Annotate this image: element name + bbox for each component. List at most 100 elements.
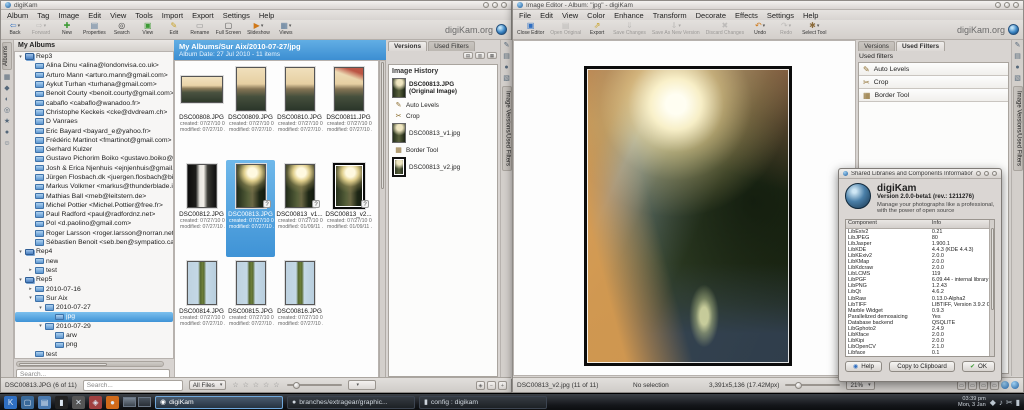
toolbar-button[interactable]: ▤▾ Open Original xyxy=(550,21,581,36)
network-tray-icon[interactable]: ◆ xyxy=(990,398,996,407)
album-tree-item[interactable]: Paul Radford <paul@radfordnz.net> xyxy=(15,210,173,219)
tools-icon[interactable]: ✕ xyxy=(72,396,85,409)
taskbar-task[interactable]: ◉ digiKam xyxy=(155,396,283,409)
zoom-slider[interactable] xyxy=(287,384,342,386)
album-tree-item[interactable]: Frédéric Martinot <fmartinot@gmail.com> xyxy=(15,136,173,145)
thumbnail-item[interactable]: DSC00814.JPG created: 07/27/10 0... modi… xyxy=(177,257,226,354)
thumbnail-item[interactable]: DSC00815.JPG created: 07/27/10 0... modi… xyxy=(226,257,275,354)
menu-item[interactable]: View xyxy=(562,11,578,20)
thumbnail-item[interactable]: ? DSC00813_v2... created: 07/27/10 0... … xyxy=(324,160,373,257)
dialog-titlebar[interactable]: Shared Libraries and Components Informat… xyxy=(839,169,1001,179)
fuzzy-search-icon[interactable]: ★ xyxy=(1,116,13,127)
minimize-button[interactable] xyxy=(483,2,489,8)
fit-window-button[interactable]: ◈ xyxy=(476,381,485,390)
toolbar-button[interactable]: ⇓▾ Save As New Version xyxy=(652,21,700,36)
sidebar-tab-image-versions[interactable]: Image Versions/Used Filters xyxy=(502,86,512,171)
menu-item[interactable]: File xyxy=(519,11,531,20)
editor-canvas[interactable] xyxy=(513,40,856,376)
versions-icon[interactable]: ▧ xyxy=(501,73,512,84)
terminal-icon[interactable]: ▮ xyxy=(55,396,68,409)
album-tree-item[interactable]: cabaflo <cabaflo@wanadoo.fr> xyxy=(15,98,173,107)
menu-item[interactable]: Settings xyxy=(223,11,250,20)
toolbar-button[interactable]: ✎▾ Edit xyxy=(164,21,184,36)
expander-icon[interactable]: ▾ xyxy=(18,249,23,255)
history-entry[interactable]: DSC00813_v2.jpg xyxy=(392,157,494,177)
used-filter-item[interactable]: ✂ Crop xyxy=(859,76,1008,89)
menu-item[interactable]: Tag xyxy=(37,11,49,20)
expander-icon[interactable]: ▾ xyxy=(18,277,23,283)
chevron-down-icon[interactable]: ▾ xyxy=(763,23,766,29)
desktop-pager[interactable] xyxy=(123,397,151,407)
thumbnails-scrollbar[interactable] xyxy=(379,60,386,379)
pager-desktop-2[interactable] xyxy=(138,397,151,407)
map-icon[interactable]: ● xyxy=(1,127,13,138)
album-tree-item[interactable]: arw xyxy=(15,331,173,340)
sidebar-tab-albums[interactable]: Albums xyxy=(2,42,12,70)
menu-item[interactable]: Import xyxy=(162,11,183,20)
photos-icon[interactable]: ◈ xyxy=(89,396,102,409)
klipper-tray-icon[interactable]: ✂ xyxy=(1006,398,1013,407)
people-icon[interactable]: ☺ xyxy=(1,138,13,149)
album-tree-item[interactable]: Jürgen Flosbach.dk <juergen.flosbach@big… xyxy=(15,173,173,182)
files-icon[interactable]: ▤ xyxy=(38,396,51,409)
history-entry[interactable]: ✂ Crop xyxy=(394,112,494,120)
chevron-down-icon[interactable]: ▾ xyxy=(678,23,681,29)
status-search-input[interactable]: Search... xyxy=(83,380,183,391)
properties-icon[interactable]: ✎ xyxy=(501,40,512,51)
album-tree-item[interactable]: new xyxy=(15,257,173,266)
album-tree-item[interactable]: test xyxy=(15,350,173,359)
toolbar-button[interactable]: ↶▾ Undo xyxy=(750,21,770,36)
toolbar-button[interactable]: ▦▾ Views xyxy=(276,21,296,36)
component-row[interactable]: Libface 0.1 xyxy=(846,350,994,356)
map-icon[interactable]: ● xyxy=(1012,62,1023,73)
chevron-down-icon[interactable]: ▾ xyxy=(18,23,21,29)
main-titlebar[interactable]: digiKam xyxy=(1,1,511,10)
album-tree-item[interactable]: jpg xyxy=(15,312,173,321)
expander-icon[interactable]: ▾ xyxy=(38,323,43,329)
thumbnail-item[interactable]: DSC00810.JPG created: 07/27/10 0... modi… xyxy=(275,63,324,160)
zoom-in-button[interactable]: + xyxy=(498,381,507,390)
album-tree-item[interactable]: ▾ Rep5 xyxy=(15,275,173,284)
menu-item[interactable]: Help xyxy=(259,11,274,20)
expander-icon[interactable]: ▸ xyxy=(28,267,33,273)
album-tree-item[interactable]: ▸ 2010-07-16 xyxy=(15,284,173,293)
toolbar-button[interactable]: ↷▾ Redo xyxy=(776,21,796,36)
taskbar-task[interactable]: ▮ config : digikam xyxy=(419,396,547,409)
tab[interactable]: Versions xyxy=(858,41,895,51)
chevron-down-icon[interactable]: ▾ xyxy=(289,23,292,29)
maximize-button[interactable] xyxy=(1004,2,1010,8)
toolbar-button[interactable]: ▭▾ Rename xyxy=(190,21,210,36)
versions-tree-view-button[interactable]: ▥ xyxy=(475,52,485,59)
versions-icon[interactable]: ▧ xyxy=(1012,73,1023,84)
toolbar-button[interactable]: ▣▾ View xyxy=(138,21,158,36)
album-tree-item[interactable]: Christophe Keckeis <cke@dvdream.ch> xyxy=(15,108,173,117)
chevron-down-icon[interactable]: ▾ xyxy=(789,23,792,29)
history-entry[interactable]: ✎ Auto Levels xyxy=(394,101,494,109)
album-tree-item[interactable]: Alina Dinu <alina@londonvisa.co.uk> xyxy=(15,61,173,70)
zoom-out-button[interactable]: − xyxy=(487,381,496,390)
album-tree-item[interactable]: ▸ test xyxy=(15,266,173,275)
album-tree-item[interactable]: Markus Volkmer <markus@thunderblade.info… xyxy=(15,182,173,191)
menu-item[interactable]: Transform xyxy=(653,11,687,20)
album-tree-item[interactable]: Michel Pottier <Michel.Pottier@free.fr> xyxy=(15,201,173,210)
chevron-down-icon[interactable]: ▾ xyxy=(817,23,820,29)
desktop-icon[interactable]: ▢ xyxy=(21,396,34,409)
thumbnail-item[interactable]: DSC00811.JPG created: 07/27/10 0... modi… xyxy=(324,63,373,160)
toolbar-button[interactable]: ▶▾ Slideshow xyxy=(247,21,270,36)
close-button[interactable] xyxy=(1013,2,1019,8)
album-tree-item[interactable]: Sébastien Benoit <seb.ben@sympatico.ca> xyxy=(15,238,173,247)
history-entry[interactable]: DSC00813_v1.jpg xyxy=(392,123,494,143)
dialog-minimize-button[interactable] xyxy=(984,171,989,176)
album-tree-item[interactable]: ▾ Rep3 xyxy=(15,52,173,61)
expander-icon[interactable]: ▾ xyxy=(28,295,33,301)
toolbar-button[interactable]: ◎▾ Search xyxy=(112,21,132,36)
kde-menu-icon[interactable]: K xyxy=(4,396,17,409)
timeline-icon[interactable]: ◐ xyxy=(1,94,13,105)
zoom-slider[interactable] xyxy=(785,384,840,386)
calendar-icon[interactable]: ▦ xyxy=(1,72,13,83)
toolbar-button[interactable]: ✱▾ Select Tool xyxy=(802,21,826,36)
album-tree-item[interactable]: Benoit Courty <benoit.courty@gmail.com> xyxy=(15,89,173,98)
tab[interactable]: Used Filters xyxy=(428,41,475,51)
menu-item[interactable]: Tools xyxy=(135,11,153,20)
thumbnail-item[interactable]: DSC00816.JPG created: 07/27/10 0... modi… xyxy=(275,257,324,354)
